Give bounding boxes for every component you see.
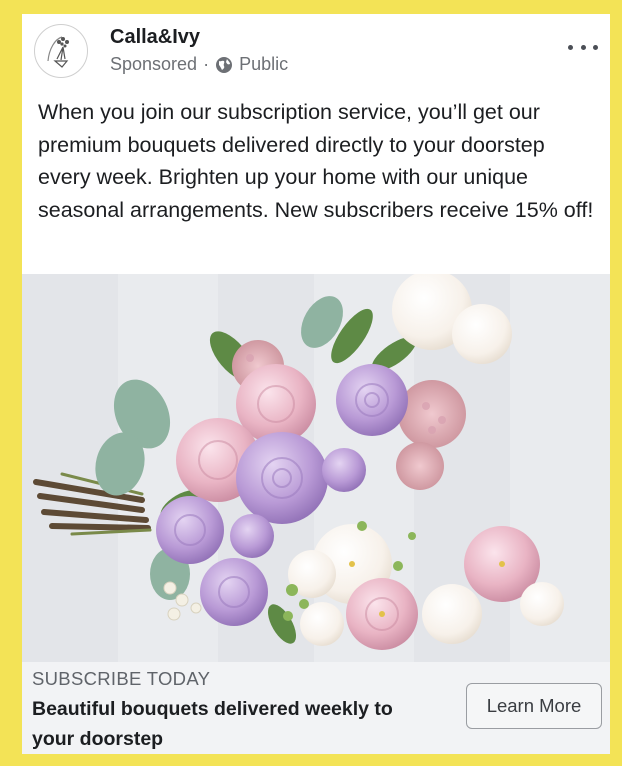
audience-label: Public bbox=[239, 54, 289, 74]
ad-card: Calla&Ivy Sponsored · Public When you jo… bbox=[22, 14, 610, 754]
post-text: When you join our subscription service, … bbox=[38, 100, 594, 222]
learn-more-button[interactable]: Learn More bbox=[466, 683, 602, 729]
flower-bouquet-logo-icon bbox=[47, 36, 69, 68]
ad-image[interactable] bbox=[22, 270, 610, 662]
more-options-icon[interactable] bbox=[568, 40, 598, 54]
post-header: Calla&Ivy Sponsored · Public bbox=[22, 14, 610, 90]
page-avatar[interactable] bbox=[34, 24, 88, 78]
post-meta: Sponsored · Public bbox=[110, 54, 288, 75]
bouquet-photo bbox=[22, 270, 610, 662]
page-name-link[interactable]: Calla&Ivy bbox=[110, 26, 200, 49]
globe-icon bbox=[216, 56, 233, 73]
sponsored-label[interactable]: Sponsored bbox=[110, 54, 197, 75]
cta-headline[interactable]: Beautiful bouquets delivered weekly to y… bbox=[32, 694, 412, 754]
cta-caption: SUBSCRIBE TODAY bbox=[32, 668, 211, 689]
meta-separator: · bbox=[203, 54, 210, 74]
